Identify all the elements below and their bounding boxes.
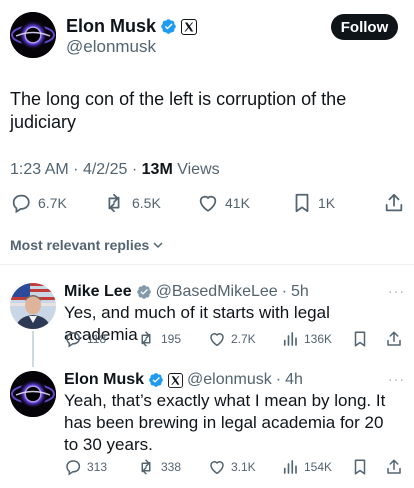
post-time[interactable]: 1:23 AM	[10, 161, 69, 178]
reply-author-name[interactable]: Elon Musk	[64, 371, 144, 389]
share-button[interactable]	[385, 330, 403, 348]
reply-avatar[interactable]	[10, 371, 56, 417]
like-count: 3.1K	[231, 460, 256, 474]
reply-action-bar: 313 338 3.1K 154K	[0, 458, 414, 480]
bookmark-icon	[352, 458, 368, 476]
reply-button[interactable]: 118	[64, 330, 106, 348]
reply-author-name[interactable]: Mike Lee	[64, 283, 132, 301]
author-name-row[interactable]: Elon Musk	[66, 16, 198, 37]
like-count: 2.7K	[231, 332, 256, 346]
divider	[0, 264, 414, 265]
affiliate-x-badge-icon	[181, 18, 198, 35]
views-icon	[281, 458, 299, 476]
like-count: 41K	[225, 195, 250, 211]
views-count: 13M	[141, 161, 173, 178]
reply-icon	[64, 458, 82, 476]
reply-header: Mike Lee @BasedMikeLee · 5h	[64, 283, 309, 301]
reply-handle[interactable]: @elonmusk	[187, 371, 272, 389]
like-button[interactable]: 3.1K	[208, 458, 256, 476]
reply-age[interactable]: 5h	[291, 283, 309, 301]
meta-separator: ·	[131, 161, 138, 178]
more-options-icon[interactable]: ···	[388, 283, 405, 299]
share-icon	[385, 330, 403, 348]
reply-button[interactable]: 6.7K	[10, 192, 67, 214]
author-avatar[interactable]	[10, 12, 56, 58]
reply-header: Elon Musk @elonmusk · 4h	[64, 371, 303, 389]
meta-separator: ·	[73, 161, 79, 178]
like-button[interactable]: 2.7K	[208, 330, 256, 348]
reply-age[interactable]: 4h	[285, 371, 303, 389]
share-icon	[385, 458, 403, 476]
chevron-down-icon	[152, 239, 164, 251]
verified-badge-icon	[136, 284, 152, 300]
heart-icon	[208, 458, 226, 476]
repost-button[interactable]: 338	[136, 458, 181, 476]
verified-badge-icon	[160, 18, 177, 35]
share-button[interactable]	[385, 458, 403, 476]
reply-icon	[10, 192, 32, 214]
bookmark-button[interactable]	[352, 458, 368, 476]
repost-icon	[136, 330, 156, 348]
repost-count: 338	[161, 460, 182, 474]
bookmark-count: 1K	[318, 195, 336, 211]
reply-action-bar: 118 195 2.7K 136K	[0, 330, 414, 352]
repost-icon	[102, 192, 126, 214]
reply-button[interactable]: 313	[64, 458, 107, 476]
more-options-icon[interactable]: ···	[388, 371, 405, 387]
post-meta: 1:23 AM · 4/2/25 · 13M Views	[10, 161, 220, 179]
bookmark-button[interactable]	[352, 330, 368, 348]
follow-button[interactable]: Follow	[331, 14, 398, 40]
post-text: The long con of the left is corruption o…	[10, 89, 347, 132]
meta-separator: ·	[281, 283, 288, 300]
share-icon	[383, 192, 405, 214]
reply-handle[interactable]: @BasedMikeLee	[156, 283, 278, 301]
repost-count: 6.5K	[132, 195, 161, 211]
reply-text: Yeah, that’s exactly what I mean by long…	[64, 391, 386, 454]
replies-sort-toggle[interactable]: Most relevant replies	[10, 237, 164, 253]
bookmark-icon	[292, 192, 312, 214]
views-count: 154K	[304, 460, 333, 474]
post-date[interactable]: 4/2/25	[83, 161, 127, 178]
meta-separator: ·	[275, 371, 282, 388]
views-label: Views	[177, 161, 220, 178]
reply-count: 6.7K	[38, 195, 67, 211]
bookmark-icon	[352, 330, 368, 348]
reply-count: 118	[87, 332, 107, 346]
repost-icon	[136, 458, 156, 476]
views-count: 136K	[304, 332, 333, 346]
bookmark-button[interactable]: 1K	[292, 192, 335, 214]
author-name[interactable]: Elon Musk	[66, 16, 156, 37]
reply-count: 313	[87, 460, 108, 474]
reply-icon	[64, 330, 82, 348]
reply-avatar[interactable]	[10, 283, 56, 329]
post-action-bar: 6.7K 6.5K 41K 1K	[0, 192, 414, 216]
heart-icon	[197, 192, 219, 214]
views-icon	[281, 330, 299, 348]
heart-icon	[208, 330, 226, 348]
repost-button[interactable]: 195	[136, 330, 181, 348]
repost-button[interactable]: 6.5K	[102, 192, 161, 214]
views-button[interactable]: 154K	[281, 458, 332, 476]
author-handle[interactable]: @elonmusk	[66, 37, 156, 57]
like-button[interactable]: 41K	[197, 192, 250, 214]
share-button[interactable]	[383, 192, 405, 214]
verified-badge-icon	[148, 372, 164, 388]
repost-count: 195	[161, 332, 182, 346]
affiliate-x-badge-icon	[168, 372, 184, 388]
views-button[interactable]: 136K	[281, 330, 332, 348]
sort-label: Most relevant replies	[10, 237, 150, 253]
